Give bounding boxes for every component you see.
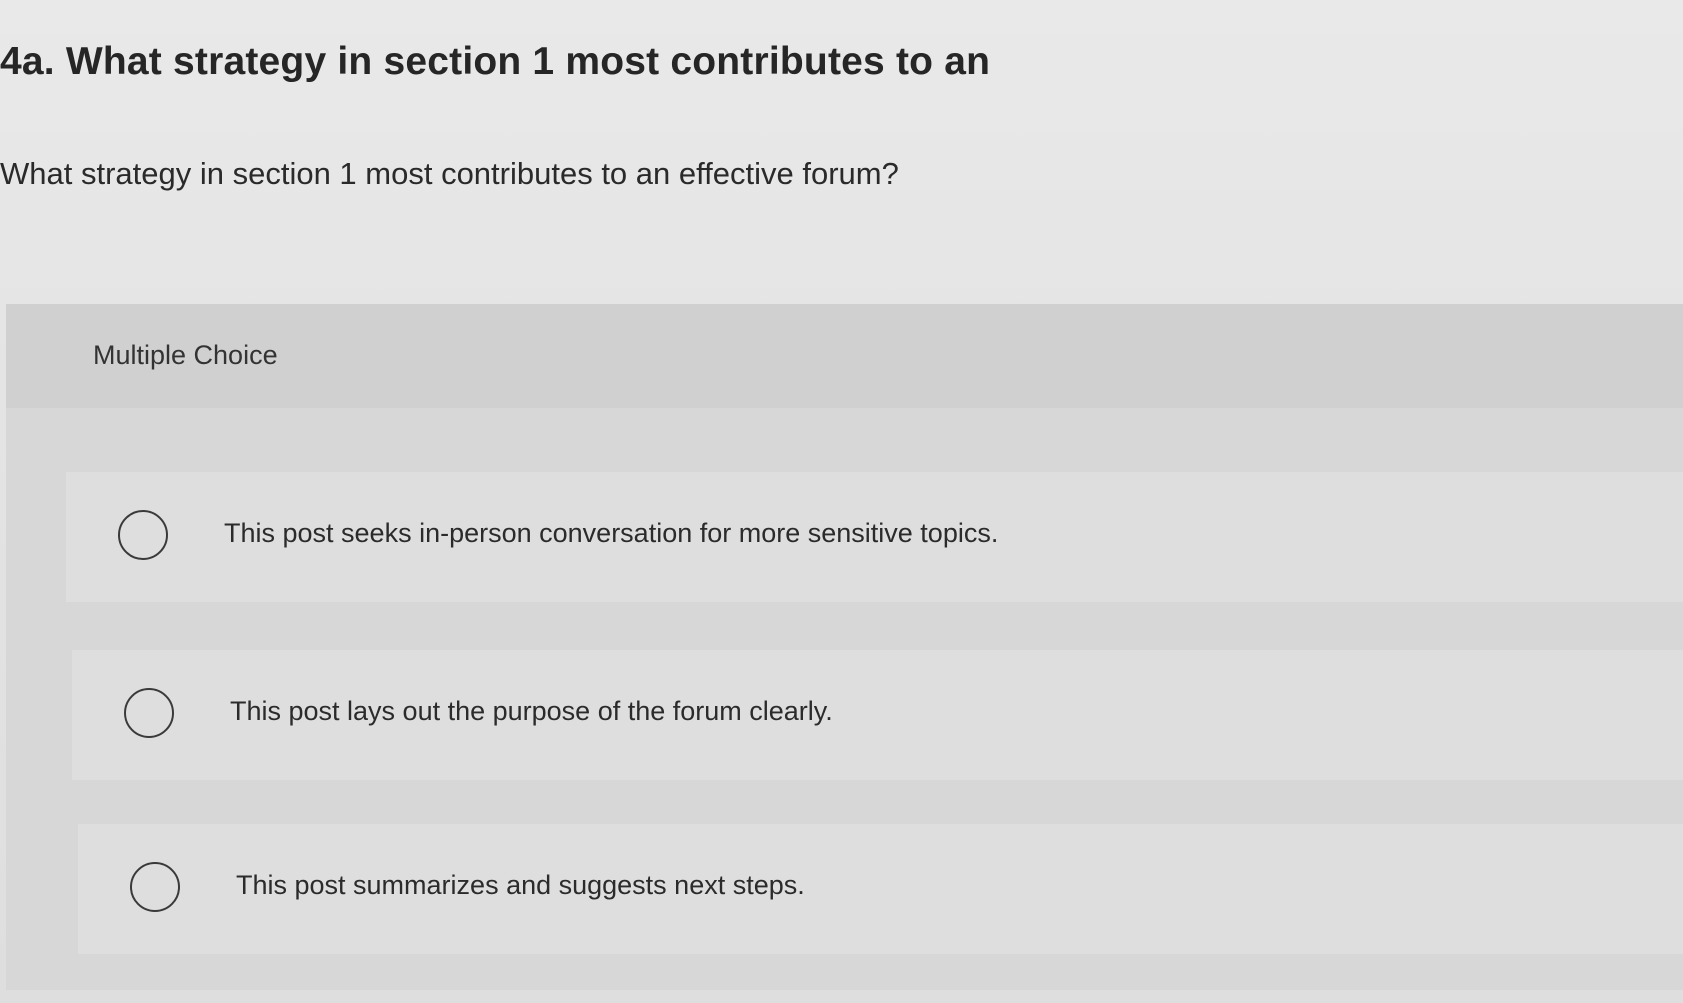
radio-button-icon[interactable] [130, 862, 180, 912]
answer-option-label: This post lays out the purpose of the fo… [230, 696, 833, 726]
answer-option-label: This post summarizes and suggests next s… [236, 870, 805, 900]
multiple-choice-label: Multiple Choice [93, 340, 278, 370]
radio-button-icon[interactable] [118, 510, 168, 560]
answer-option-3[interactable]: This post summarizes and suggests next s… [78, 824, 1683, 954]
multiple-choice-header: Multiple Choice [6, 304, 1683, 408]
radio-button-icon[interactable] [124, 688, 174, 738]
multiple-choice-panel: Multiple Choice This post seeks in-perso… [6, 304, 1683, 990]
question-text: What strategy in section 1 most contribu… [0, 156, 899, 191]
question-heading: 4a. What strategy in section 1 most cont… [0, 40, 991, 83]
answer-option-label: This post seeks in-person conversation f… [224, 518, 999, 548]
answer-option-2[interactable]: This post lays out the purpose of the fo… [72, 650, 1683, 780]
answer-option-1[interactable]: This post seeks in-person conversation f… [66, 472, 1683, 602]
quiz-page: 4a. What strategy in section 1 most cont… [0, 0, 1683, 1003]
